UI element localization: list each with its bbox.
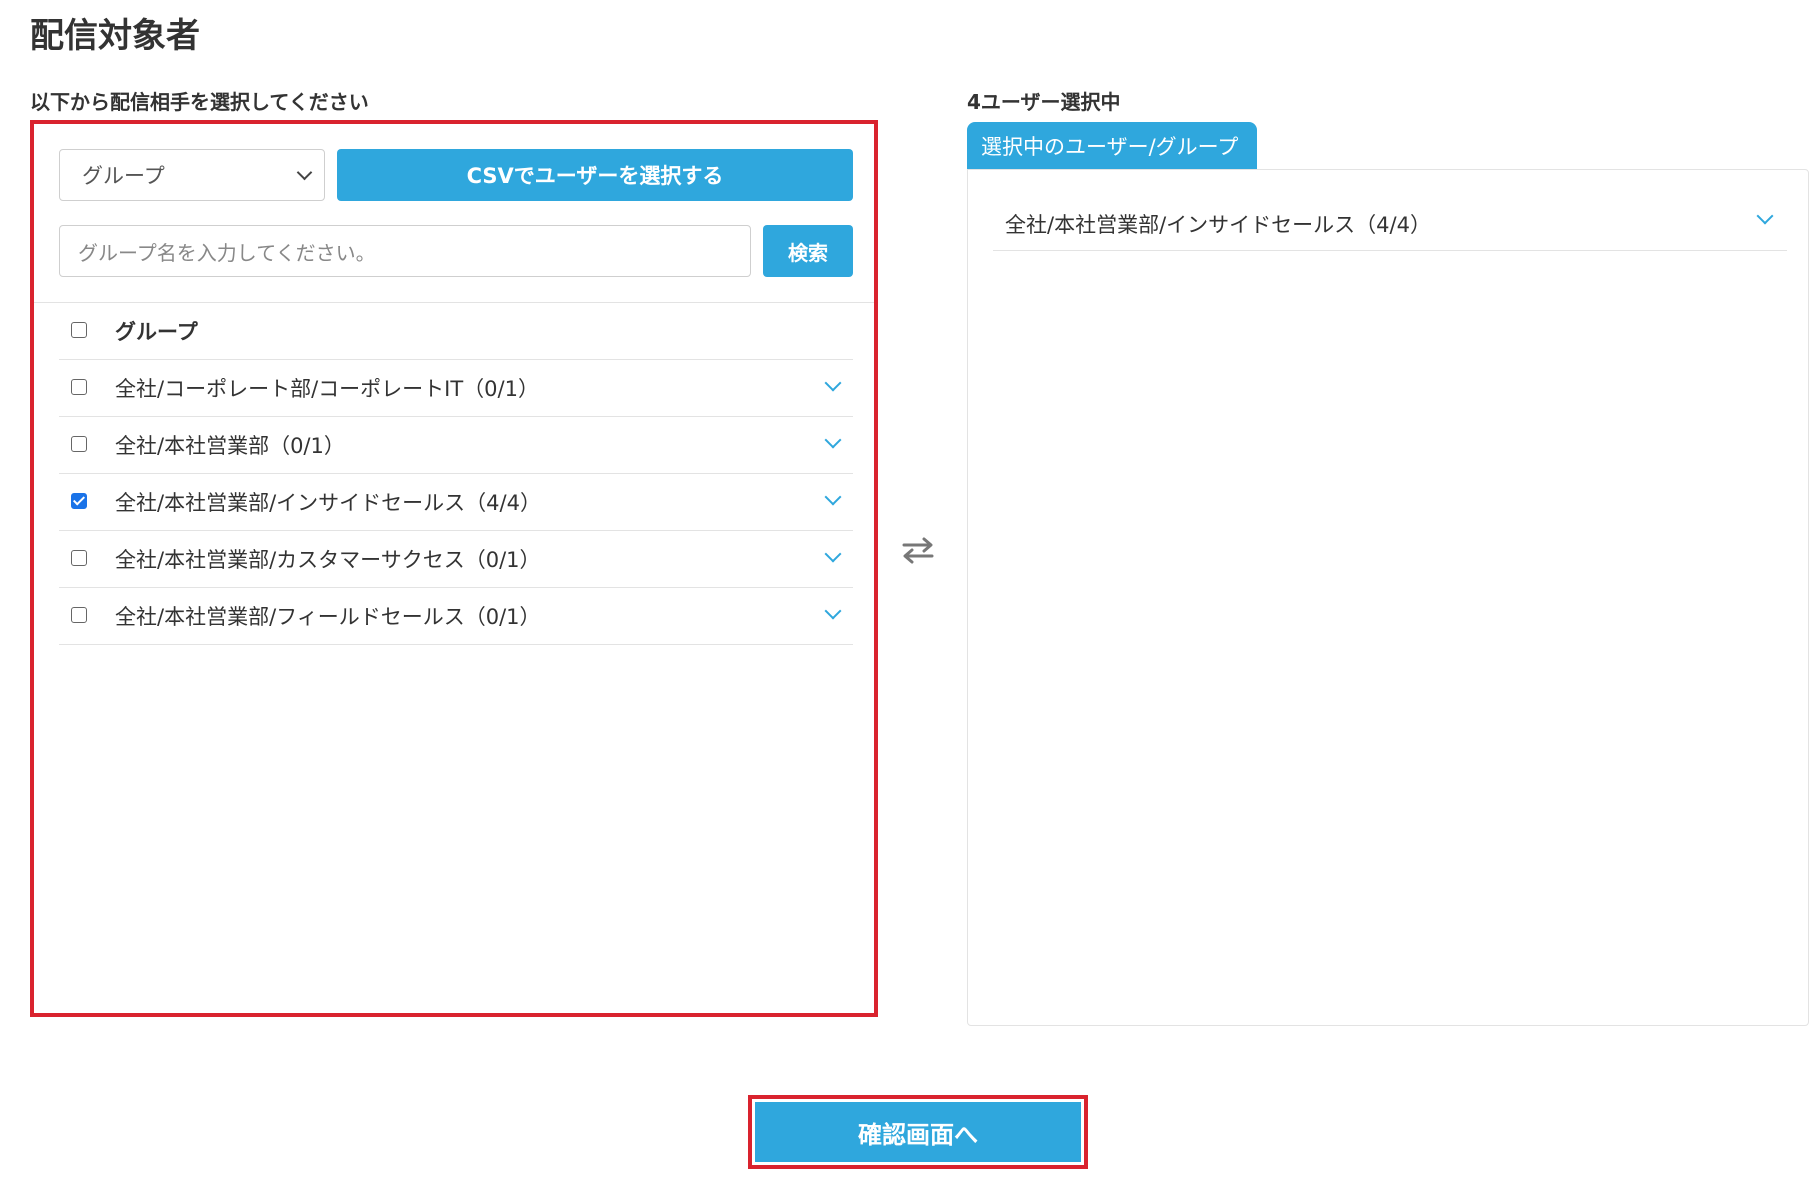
list-header-label: グループ [115,320,198,344]
list-item[interactable]: 全社/本社営業部/フィールドセールス（0/1） [59,588,853,645]
select-all-checkbox[interactable] [71,322,87,338]
selected-item[interactable]: 全社/本社営業部/インサイドセールス（4/4） [993,194,1787,251]
chevron-down-icon[interactable] [1756,207,1774,225]
group-label: 全社/本社営業部/フィールドセールス（0/1） [115,605,541,629]
group-search-input[interactable]: グループ名を入力してください。 [59,225,751,277]
group-checkbox[interactable] [71,607,87,623]
group-checkbox[interactable] [71,550,87,566]
list-item[interactable]: 全社/本社営業部/カスタマーサクセス（0/1） [59,531,853,588]
group-label: 全社/本社営業部（0/1） [115,434,345,458]
chevron-down-icon[interactable] [824,545,842,563]
chevron-down-icon[interactable] [824,374,842,392]
confirm-button[interactable]: 確認画面へ [755,1102,1081,1162]
chevron-down-icon[interactable] [824,602,842,620]
group-label: 全社/本社営業部/インサイドセールス（4/4） [115,491,541,515]
csv-select-button[interactable]: CSVでユーザーを選択する [337,149,853,201]
selected-count-label: 4ユーザー選択中 [967,90,1121,114]
type-select-value: グループ [82,164,165,188]
selection-instruction: 以下から配信相手を選択してください [30,90,369,114]
group-list: グループ 全社/コーポレート部/コーポレートIT（0/1） 全社/本社営業部（0… [59,303,853,645]
selected-panel: 全社/本社営業部/インサイドセールス（4/4） [967,169,1809,1026]
group-checkbox[interactable] [71,436,87,452]
group-checkbox[interactable] [71,379,87,395]
search-button[interactable]: 検索 [763,225,853,277]
list-item[interactable]: 全社/本社営業部/インサイドセールス（4/4） [59,474,853,531]
group-label: 全社/コーポレート部/コーポレートIT（0/1） [115,377,539,401]
page-title: 配信対象者 [30,16,200,56]
recipient-picker-panel: グループ CSVでユーザーを選択する グループ名を入力してください。 検索 グル… [30,120,878,1017]
chevron-down-icon [296,164,313,181]
list-item[interactable]: 全社/コーポレート部/コーポレートIT（0/1） [59,360,853,417]
selected-item-label: 全社/本社営業部/インサイドセールス（4/4） [1005,213,1431,237]
selected-tab: 選択中のユーザー/グループ [967,122,1257,180]
swap-arrows-icon [902,537,934,564]
group-label: 全社/本社営業部/カスタマーサクセス（0/1） [115,548,541,572]
list-item[interactable]: 全社/本社営業部（0/1） [59,417,853,474]
chevron-down-icon[interactable] [824,488,842,506]
group-checkbox-checked[interactable] [71,493,87,509]
list-header-row: グループ [59,303,853,360]
type-select[interactable]: グループ [59,149,325,201]
confirm-button-highlight: 確認画面へ [748,1095,1088,1169]
chevron-down-icon[interactable] [824,431,842,449]
